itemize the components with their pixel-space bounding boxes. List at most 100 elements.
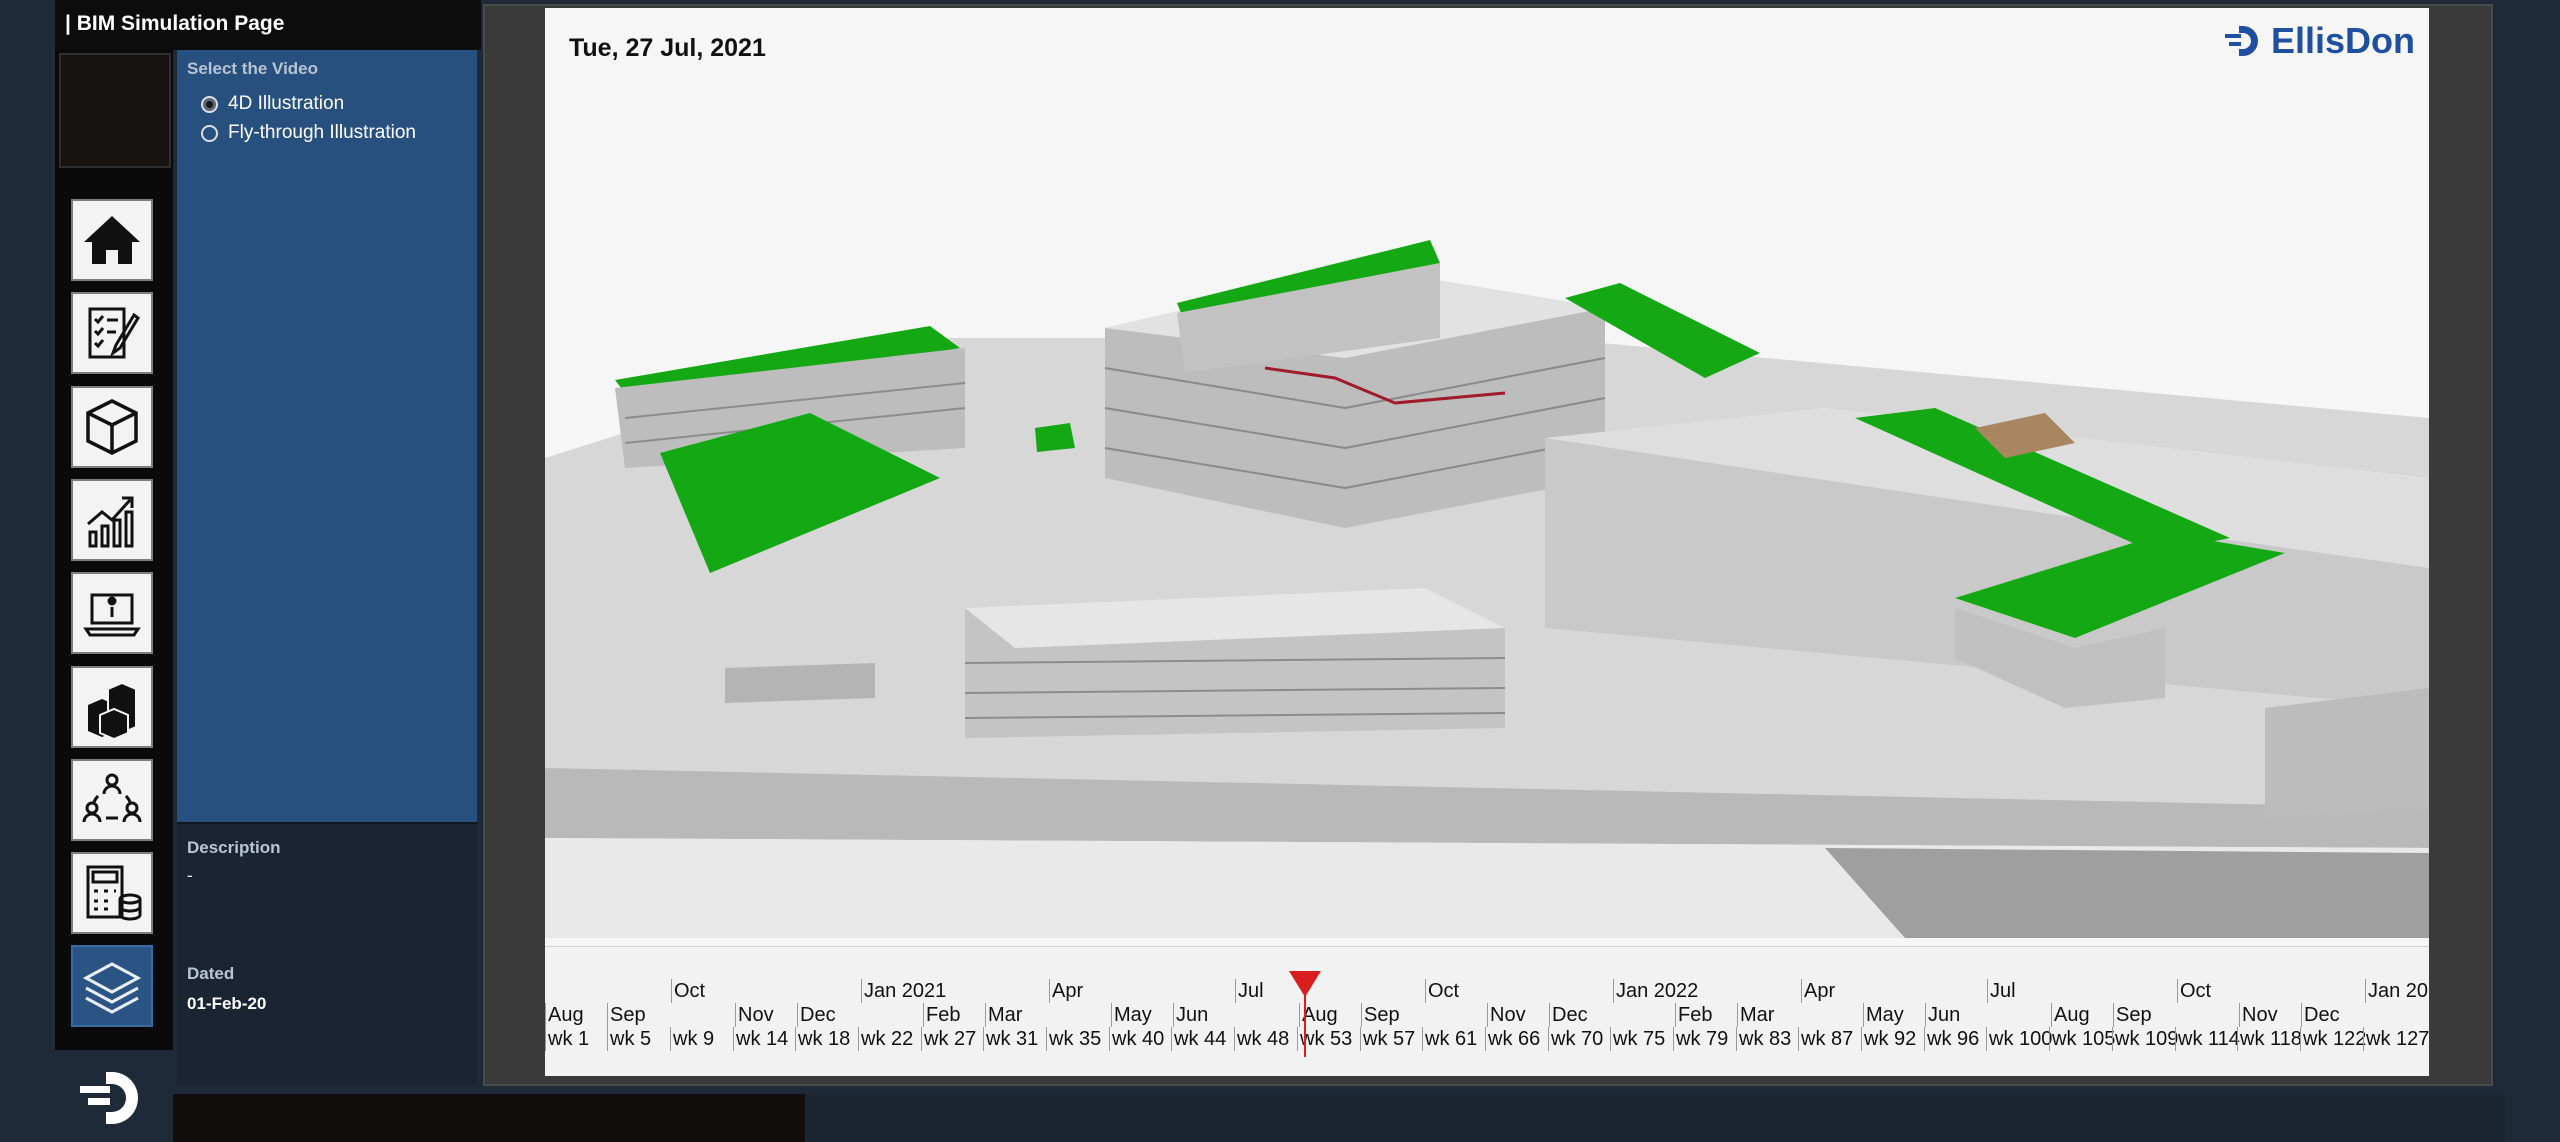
timeline-month: May	[1863, 1003, 1904, 1027]
timeline-week: wk 105	[2049, 1027, 2115, 1051]
nav-model-button[interactable]	[71, 386, 153, 468]
timeline-week: wk 27	[921, 1027, 976, 1051]
timeline-week: wk 22	[858, 1027, 913, 1051]
timeline-month: Nov	[735, 1003, 774, 1027]
thumbnail-placeholder	[59, 53, 171, 168]
timeline-month: Mar	[985, 1003, 1022, 1027]
ellisdon-logo-icon	[80, 1072, 138, 1124]
growth-chart-icon	[87, 496, 134, 548]
timeline-week: wk 18	[795, 1027, 850, 1051]
timeline-week: wk 5	[607, 1027, 651, 1051]
timeline-week: wk 114	[2175, 1027, 2240, 1051]
ellisdon-logo-icon	[2224, 26, 2258, 56]
nav-home-button[interactable]	[71, 199, 153, 281]
timeline-month: Mar	[1737, 1003, 1774, 1027]
checklist-icon	[88, 307, 140, 359]
timeline-month: Sep	[1361, 1003, 1400, 1027]
timeline-month: Sep	[607, 1003, 646, 1027]
details-panel: Description - Dated 01-Feb-20	[177, 822, 477, 1086]
timeline-month: Aug	[2051, 1003, 2090, 1027]
timeline-month: Sep	[2113, 1003, 2152, 1027]
brand-name: EllisDon	[2270, 20, 2415, 61]
layers-icon	[82, 962, 142, 1014]
timeline-quarter: Oct	[1425, 979, 1459, 1003]
timeline-week: wk 57	[1360, 1027, 1415, 1051]
timeline-week: wk 9	[670, 1027, 714, 1051]
nav-cost-button[interactable]	[71, 852, 153, 934]
schedule-timeline[interactable]: Oct Jan 2021 Apr Jul Oct Jan 2022 Apr Ju…	[545, 946, 2429, 1076]
timeline-week: wk 61	[1422, 1027, 1477, 1051]
bottom-status-left	[173, 1094, 805, 1142]
nav-checklist-button[interactable]	[71, 292, 153, 374]
timeline-month: Dec	[797, 1003, 836, 1027]
timeline-week: wk 83	[1736, 1027, 1791, 1051]
timeline-week: wk 100	[1986, 1027, 2052, 1051]
timeline-month: Nov	[1487, 1003, 1526, 1027]
timeline-month-row: Aug Sep Nov Dec Feb Mar May Jun Aug Sep …	[545, 1003, 2429, 1027]
timeline-playhead-line	[1304, 995, 1306, 1057]
nav-blocks-button[interactable]	[71, 666, 153, 748]
dated-value: 01-Feb-20	[187, 994, 267, 1013]
page-title: | BIM Simulation Page	[65, 12, 285, 35]
nav-team-button[interactable]	[71, 759, 153, 841]
ellisdon-brand: EllisDon	[2223, 20, 2415, 62]
timeline-week: wk 66	[1485, 1027, 1540, 1051]
timeline-month: Nov	[2239, 1003, 2278, 1027]
timeline-quarter: Oct	[2177, 979, 2211, 1003]
cube-icon	[86, 399, 138, 455]
description-value: -	[187, 866, 193, 885]
radio-button-unselected[interactable]	[201, 124, 218, 142]
video-date-label: Tue, 27 Jul, 2021	[569, 34, 766, 62]
video-selector-label: Select the Video	[187, 59, 319, 78]
timeline-quarter: Jan 2021	[861, 979, 946, 1003]
timeline-current-marker[interactable]	[1289, 971, 1321, 997]
bottom-status-bar	[805, 1094, 2505, 1142]
timeline-week-row: wk 1 wk 5 wk 9 wk 14 wk 18 wk 22 wk 27 w…	[545, 1027, 2429, 1051]
team-cycle-icon	[82, 773, 142, 823]
video-selector-panel: Select the Video	[177, 50, 477, 822]
timeline-week: wk 31	[983, 1027, 1038, 1051]
timeline-month: Dec	[1549, 1003, 1588, 1027]
radio-fly-through-illustration[interactable]: Fly-through Illustration	[201, 122, 416, 144]
blocks-icon	[88, 681, 137, 739]
timeline-quarter: Apr	[1801, 979, 1835, 1003]
calculator-database-icon	[86, 865, 142, 921]
timeline-week: wk 14	[733, 1027, 788, 1051]
timeline-month: Aug	[545, 1003, 584, 1027]
timeline-quarter: Apr	[1049, 979, 1083, 1003]
timeline-month: May	[1111, 1003, 1152, 1027]
timeline-quarter: Jul	[1235, 979, 1264, 1003]
radio-button-selected[interactable]	[201, 95, 218, 113]
panel-divider	[177, 822, 477, 824]
timeline-week: wk 79	[1673, 1027, 1728, 1051]
video-player[interactable]: Tue, 27 Jul, 2021 EllisDon Oct Jan 2021 …	[545, 8, 2429, 1076]
bim-3d-model-render	[545, 8, 2429, 946]
timeline-month: Feb	[923, 1003, 960, 1027]
timeline-week: wk 87	[1798, 1027, 1853, 1051]
page-title-bar: | BIM Simulation Page	[55, 0, 481, 50]
timeline-quarter: Jan 2022	[1613, 979, 1698, 1003]
radio-4d-illustration[interactable]: 4D Illustration	[201, 93, 344, 115]
radio-label: Fly-through Illustration	[228, 122, 416, 143]
timeline-week: wk 35	[1046, 1027, 1101, 1051]
timeline-week: wk 127	[2363, 1027, 2429, 1051]
nav-layers-button[interactable]	[71, 945, 153, 1027]
timeline-month: Dec	[2301, 1003, 2340, 1027]
dated-label: Dated	[187, 964, 235, 983]
timeline-month: Feb	[1675, 1003, 1712, 1027]
timeline-quarter: Jan 20	[2365, 979, 2428, 1003]
info-laptop-icon	[83, 593, 141, 637]
timeline-week: wk 1	[545, 1027, 589, 1051]
timeline-week: wk 96	[1924, 1027, 1979, 1051]
timeline-month: Jun	[1925, 1003, 1960, 1027]
timeline-week: wk 48	[1234, 1027, 1289, 1051]
timeline-week: wk 109	[2112, 1027, 2178, 1051]
timeline-week: wk 118	[2237, 1027, 2302, 1051]
timeline-week: wk 44	[1171, 1027, 1226, 1051]
timeline-week: wk 70	[1548, 1027, 1603, 1051]
timeline-quarter-row: Oct Jan 2021 Apr Jul Oct Jan 2022 Apr Ju…	[545, 979, 2429, 1003]
timeline-week: wk 75	[1610, 1027, 1665, 1051]
nav-progress-button[interactable]	[71, 479, 153, 561]
nav-info-button[interactable]	[71, 572, 153, 654]
timeline-week: wk 122	[2300, 1027, 2366, 1051]
